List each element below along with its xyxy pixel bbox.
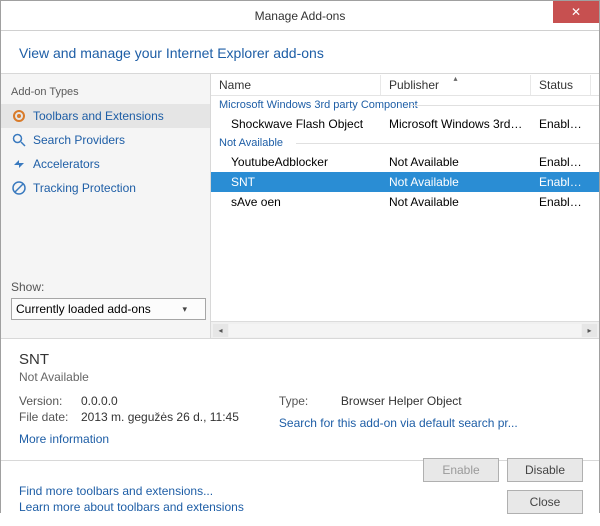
scroll-track[interactable] <box>229 324 581 337</box>
search-icon <box>11 132 27 148</box>
row-name: YoutubeAdblocker <box>211 153 381 171</box>
sidebar-item-label: Accelerators <box>33 157 100 171</box>
detail-pane: SNT Not Available Version: 0.0.0.0 File … <box>1 338 599 460</box>
list-body: Microsoft Windows 3rd party ComponentSho… <box>211 96 599 321</box>
search-addon-link[interactable]: Search for this add-on via default searc… <box>279 416 518 430</box>
more-information-link[interactable]: More information <box>19 432 239 446</box>
show-section: Show: Currently loaded add-ons ▾ <box>1 272 210 328</box>
window-title: Manage Add-ons <box>255 9 346 23</box>
chevron-down-icon: ▾ <box>182 304 187 315</box>
sidebar-item-label: Search Providers <box>33 133 125 147</box>
row-name: SNT <box>211 173 381 191</box>
footer: Find more toolbars and extensions... Lea… <box>1 460 599 526</box>
column-status[interactable]: Status <box>531 75 591 95</box>
row-publisher: Microsoft Windows 3rd ... <box>381 115 531 133</box>
version-value: 0.0.0.0 <box>81 394 118 408</box>
list-header: Name ▴ Publisher Status <box>211 74 599 96</box>
row-name: sAve oen <box>211 193 381 211</box>
addon-row[interactable]: Shockwave Flash ObjectMicrosoft Windows … <box>211 114 599 134</box>
gear-icon <box>11 108 27 124</box>
row-publisher: Not Available <box>381 153 531 171</box>
addon-row[interactable]: YoutubeAdblockerNot AvailableEnabled <box>211 152 599 172</box>
sidebar-heading: Add-on Types <box>1 82 210 104</box>
find-more-link[interactable]: Find more toolbars and extensions... <box>19 484 244 498</box>
row-status: Enabled <box>531 153 591 171</box>
row-status: Enabled <box>531 193 591 211</box>
filedate-label: File date: <box>19 410 75 424</box>
row-name: Shockwave Flash Object <box>211 115 381 133</box>
horizontal-scrollbar[interactable]: ◂ ▸ <box>211 321 599 338</box>
filedate-value: 2013 m. gegužės 26 d., 11:45 <box>81 410 239 424</box>
column-publisher[interactable]: ▴ Publisher <box>381 75 531 95</box>
type-value: Browser Helper Object <box>341 394 462 408</box>
scroll-left-icon[interactable]: ◂ <box>213 324 228 337</box>
sidebar: Add-on Types Toolbars and Extensions Sea… <box>1 73 211 338</box>
learn-more-link[interactable]: Learn more about toolbars and extensions <box>19 500 244 514</box>
sidebar-item-accelerators[interactable]: Accelerators <box>1 152 210 176</box>
sidebar-item-toolbars[interactable]: Toolbars and Extensions <box>1 104 210 128</box>
sidebar-item-label: Toolbars and Extensions <box>33 109 164 123</box>
detail-publisher: Not Available <box>19 370 581 384</box>
group-header[interactable]: Microsoft Windows 3rd party Component <box>211 96 599 114</box>
show-value: Currently loaded add-ons <box>16 302 151 316</box>
sidebar-item-search-providers[interactable]: Search Providers <box>1 128 210 152</box>
page-header: View and manage your Internet Explorer a… <box>1 31 599 73</box>
main-area: Add-on Types Toolbars and Extensions Sea… <box>1 73 599 338</box>
block-icon <box>11 180 27 196</box>
row-status: Enabled <box>531 115 591 133</box>
detail-addon-name: SNT <box>19 351 581 368</box>
show-dropdown[interactable]: Currently loaded add-ons ▾ <box>11 298 206 320</box>
addon-row[interactable]: SNTNot AvailableEnabled <box>211 172 599 192</box>
title-bar: Manage Add-ons ✕ <box>1 1 599 31</box>
type-label: Type: <box>279 394 335 408</box>
window-close-button[interactable]: ✕ <box>553 1 599 23</box>
close-button[interactable]: Close <box>507 490 583 514</box>
disable-button[interactable]: Disable <box>507 458 583 482</box>
version-label: Version: <box>19 394 75 408</box>
accelerator-icon <box>11 156 27 172</box>
show-label: Show: <box>11 280 202 294</box>
row-status: Enabled <box>531 173 591 191</box>
sidebar-item-tracking-protection[interactable]: Tracking Protection <box>1 176 210 200</box>
enable-button[interactable]: Enable <box>423 458 499 482</box>
addon-row[interactable]: sAve oenNot AvailableEnabled <box>211 192 599 212</box>
group-header[interactable]: Not Available <box>211 134 599 152</box>
scroll-right-icon[interactable]: ▸ <box>582 324 597 337</box>
column-name[interactable]: Name <box>211 75 381 95</box>
addon-list: Name ▴ Publisher Status Microsoft Window… <box>211 73 599 338</box>
row-publisher: Not Available <box>381 173 531 191</box>
sidebar-item-label: Tracking Protection <box>33 181 136 195</box>
sort-asc-icon: ▴ <box>453 74 457 83</box>
row-publisher: Not Available <box>381 193 531 211</box>
close-icon: ✕ <box>571 5 581 19</box>
